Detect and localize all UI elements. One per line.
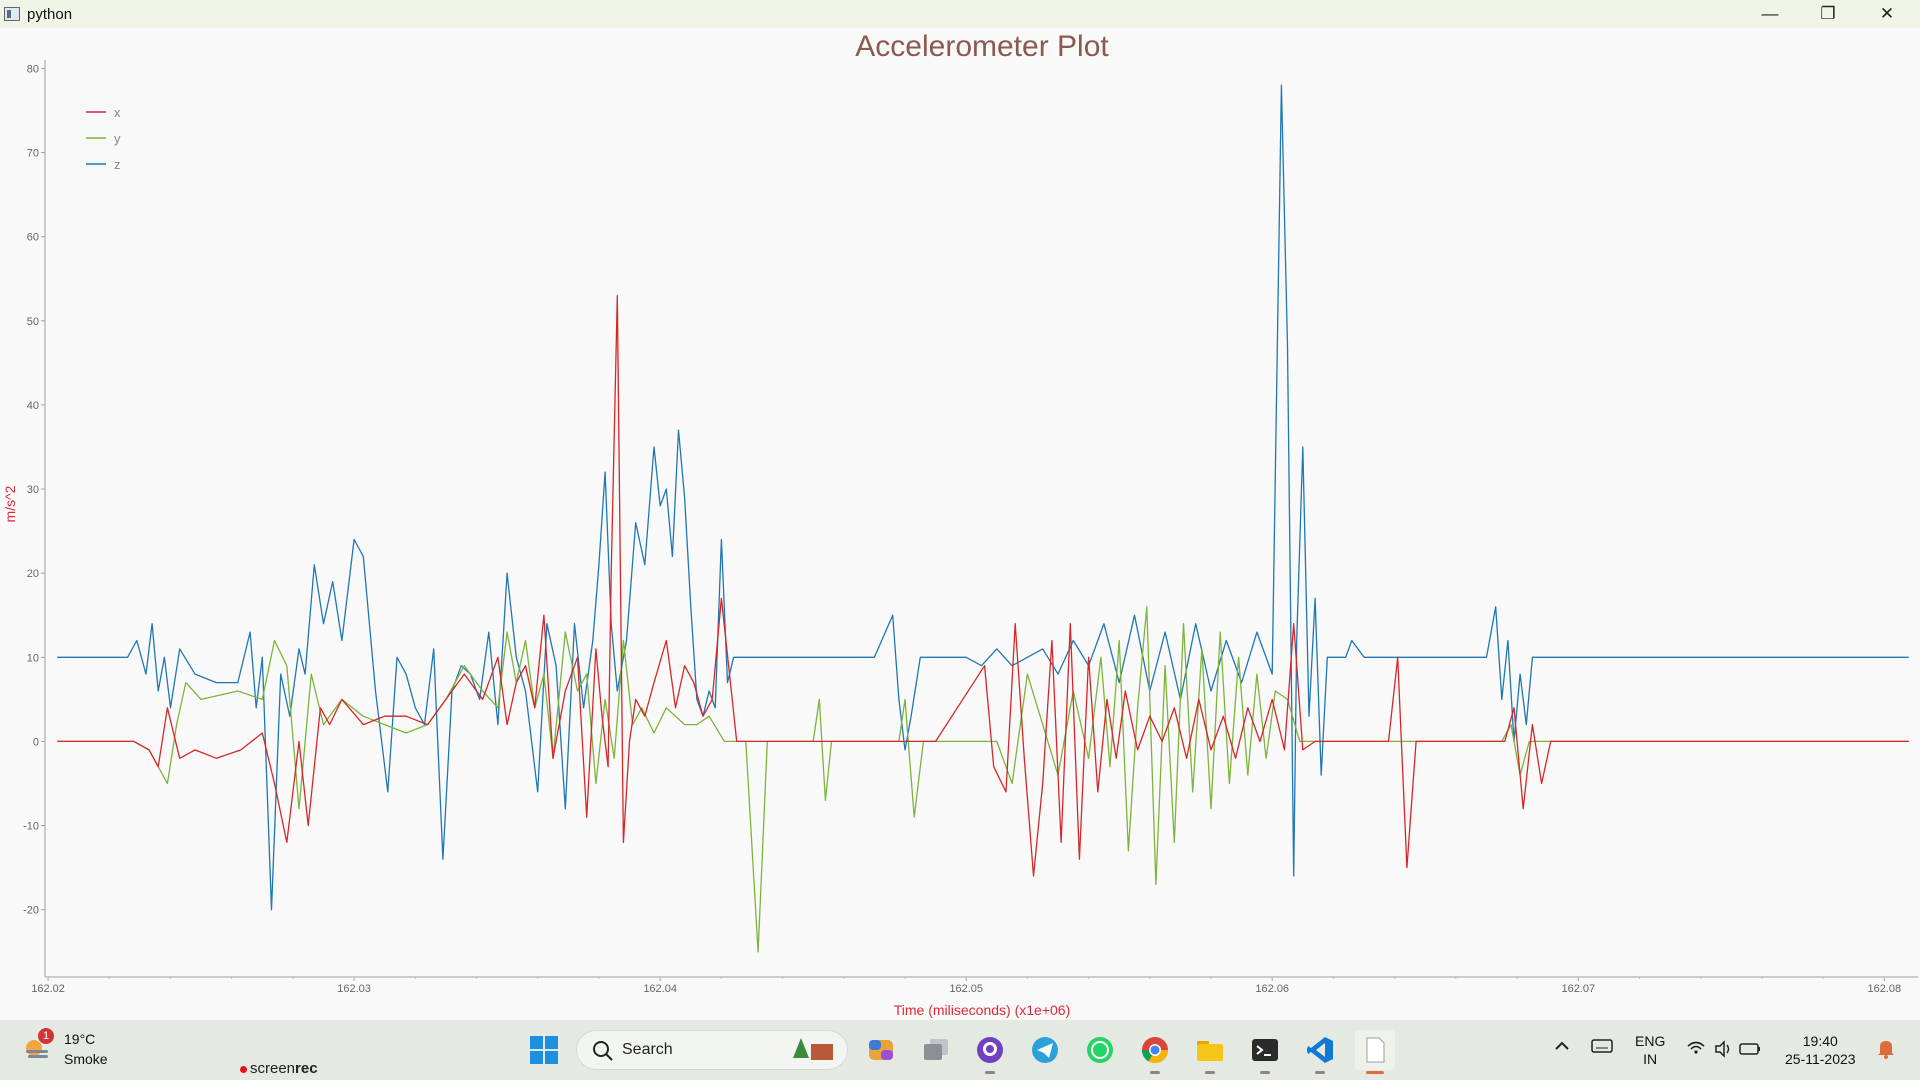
copilot-icon: [869, 1040, 893, 1060]
y-tick-label: 60: [27, 232, 39, 244]
legend-label-x: x: [114, 105, 121, 120]
y-tick-label: 40: [27, 400, 39, 412]
lang-region: IN: [1643, 1051, 1658, 1067]
screenrec-suffix: rec: [295, 1060, 318, 1077]
y-tick-label: 0: [33, 736, 39, 748]
python-app-icon: [4, 7, 20, 21]
volume-icon: [1715, 1040, 1730, 1058]
close-button[interactable]: ✕: [1858, 0, 1916, 28]
series-line-x: [57, 294, 1909, 877]
taskbar-python-window[interactable]: [1355, 1030, 1395, 1074]
quick-settings-button[interactable]: [1686, 1038, 1766, 1060]
clock-date: 25-11-2023: [1785, 1051, 1856, 1067]
clock-time: 19:40: [1802, 1033, 1838, 1049]
taskbar-copilot[interactable]: [861, 1030, 901, 1070]
weather-condition: Smoke: [64, 1051, 108, 1067]
lang-code: ENG: [1635, 1033, 1666, 1049]
chrome-icon: [1141, 1037, 1169, 1064]
weather-temp: 19°C: [64, 1031, 96, 1047]
taskbar: 1 19°C Smoke screenrec Search ENG IN 19:…: [0, 1020, 1920, 1080]
clock[interactable]: 19:40 25-11-2023: [1785, 1032, 1856, 1068]
telegram-icon: [1032, 1037, 1058, 1063]
taskbar-task-view[interactable]: [916, 1030, 956, 1070]
taskbar-terminal[interactable]: [1245, 1030, 1285, 1074]
github-desktop-icon: [977, 1037, 1003, 1063]
search-highlight-icon: [793, 1038, 833, 1060]
whatsapp-icon: [1087, 1037, 1113, 1063]
plot-area[interactable]: Accelerometer Plot m/s^2 Time (milisecon…: [0, 28, 1920, 1028]
wifi-icon: [1687, 1041, 1705, 1054]
windows-logo-icon: [530, 1036, 558, 1064]
chevron-up-icon: [1555, 1041, 1569, 1050]
x-tick-label: 162.07: [1561, 983, 1595, 995]
x-tick-label: 162.08: [1868, 983, 1902, 995]
screenrec-watermark: screenrec: [240, 1060, 318, 1077]
chart-title: Accelerometer Plot: [855, 30, 1109, 63]
x-tick-label: 162.05: [949, 983, 983, 995]
taskbar-github-desktop[interactable]: [970, 1030, 1010, 1074]
y-tick-label: 50: [27, 316, 39, 328]
taskbar-vs-code[interactable]: [1300, 1030, 1340, 1074]
y-tick-label: 10: [27, 652, 39, 664]
vs-code-icon: [1307, 1037, 1333, 1063]
start-button[interactable]: [524, 1030, 564, 1070]
task-view-icon: [924, 1039, 948, 1060]
x-tick-label: 162.02: [31, 983, 65, 995]
y-tick-label: 80: [27, 63, 39, 75]
notifications-button[interactable]: [1876, 1038, 1896, 1060]
taskbar-file-explorer[interactable]: [1190, 1030, 1230, 1074]
running-indicator: [1150, 1071, 1160, 1074]
legend-label-y: y: [114, 131, 121, 146]
weather-badge: 1: [38, 1028, 54, 1044]
input-language[interactable]: ENG IN: [1635, 1032, 1665, 1068]
series-line-y: [57, 606, 1909, 953]
accelerometer-chart: Accelerometer Plot m/s^2 Time (milisecon…: [2, 30, 1918, 1018]
running-indicator: [1315, 1071, 1325, 1074]
search-icon: [593, 1041, 613, 1061]
document-icon: [1366, 1037, 1385, 1063]
battery-icon: [1739, 1043, 1760, 1055]
folder-icon: [1197, 1041, 1223, 1061]
terminal-icon: [1252, 1039, 1278, 1061]
x-tick-label: 162.03: [337, 983, 371, 995]
taskbar-whatsapp[interactable]: [1080, 1030, 1120, 1070]
taskbar-search[interactable]: Search: [576, 1030, 848, 1070]
touch-keyboard-button[interactable]: [1590, 1036, 1614, 1056]
running-indicator: [985, 1071, 995, 1074]
x-tick-label: 162.06: [1255, 983, 1289, 995]
running-indicator: [1260, 1071, 1270, 1074]
status-icons: [1687, 1040, 1760, 1058]
taskbar-chrome[interactable]: [1135, 1030, 1175, 1074]
screenrec-prefix: screen: [250, 1060, 296, 1077]
y-tick-label: -10: [23, 821, 39, 833]
y-axis-label: m/s^2: [2, 485, 18, 522]
y-tick-label: -20: [23, 905, 39, 917]
y-tick-label: 30: [27, 484, 39, 496]
show-hidden-icons-button[interactable]: [1552, 1036, 1572, 1056]
search-label: Search: [622, 1041, 673, 1058]
bell-icon: [1878, 1041, 1894, 1059]
series-line-z: [57, 84, 1909, 911]
window-titlebar: python — ❐ ✕: [0, 0, 1920, 28]
y-tick-label: 70: [27, 148, 39, 160]
running-indicator: [1205, 1071, 1215, 1074]
y-tick-label: 20: [27, 568, 39, 580]
legend-label-z: z: [114, 157, 121, 172]
keyboard-icon: [1591, 1039, 1613, 1053]
taskbar-telegram[interactable]: [1025, 1030, 1065, 1070]
minimize-button[interactable]: —: [1741, 0, 1799, 28]
x-tick-label: 162.04: [643, 983, 677, 995]
window-title: python: [27, 5, 73, 23]
active-indicator: [1366, 1071, 1384, 1074]
x-axis-label: Time (miliseconds) (x1e+06): [894, 1002, 1070, 1018]
maximize-button[interactable]: ❐: [1799, 0, 1857, 28]
